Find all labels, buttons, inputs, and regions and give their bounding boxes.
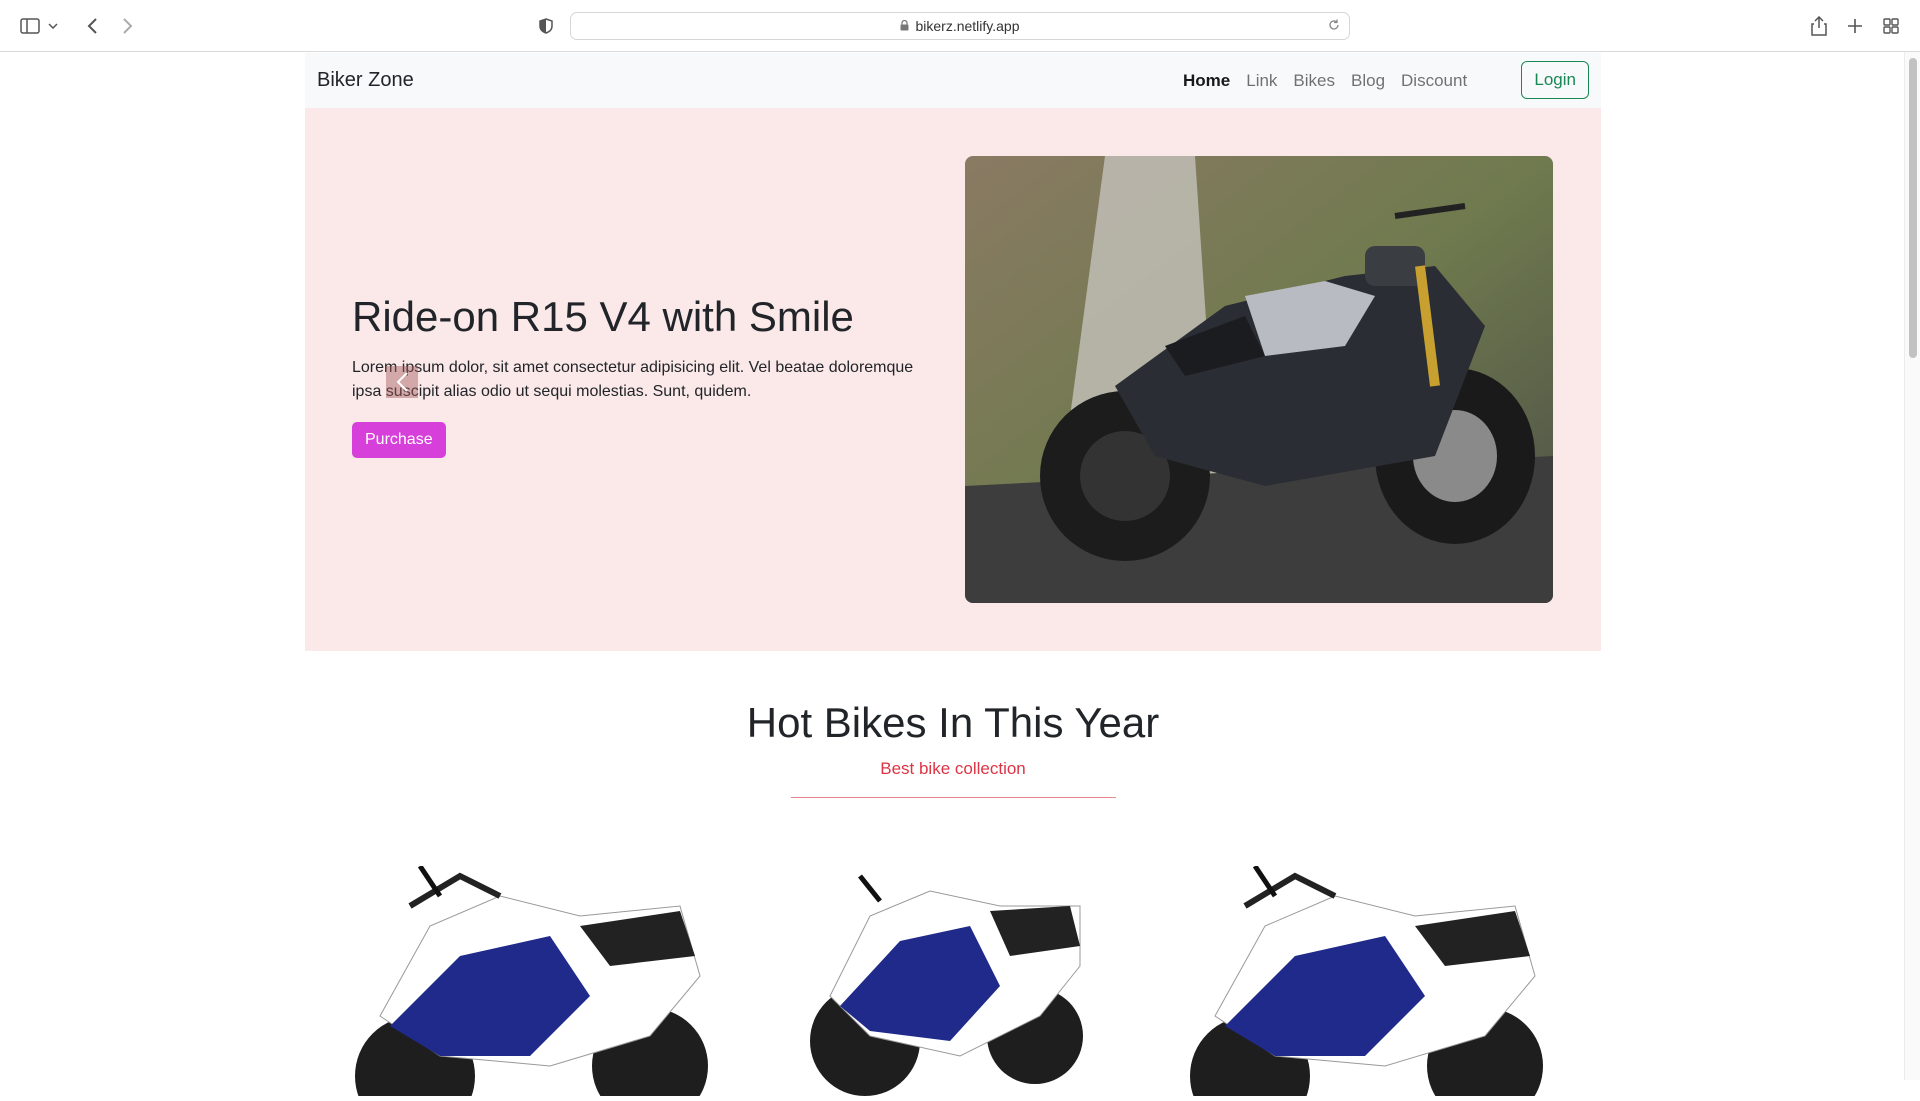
hero-motorcycle-image [965,156,1553,603]
brand-logo[interactable]: Biker Zone [317,69,414,92]
new-tab-icon[interactable] [1841,12,1869,40]
section-subtitle: Best bike collection [880,759,1026,778]
nav-link-discount[interactable]: Discount [1401,71,1467,91]
bike-card-image[interactable] [1185,864,1555,1101]
share-icon[interactable] [1805,12,1833,40]
purchase-button[interactable]: Purchase [352,422,446,459]
browser-toolbar: bikerz.netlify.app [0,0,1920,52]
bike-card-image[interactable] [810,866,1090,1096]
nav-link-home[interactable]: Home [1183,71,1230,91]
nav-links: Home Link Bikes Blog Discount [1183,53,1467,108]
address-bar[interactable]: bikerz.netlify.app [570,12,1350,40]
page-scrollbar[interactable] [1904,52,1920,1080]
scrollbar-thumb[interactable] [1909,58,1917,358]
nav-link-blog[interactable]: Blog [1351,71,1385,91]
lock-icon [900,18,909,34]
hero-description: Lorem ipsum dolor, sit amet consectetur … [352,359,914,401]
hero-carousel: Ride-on R15 V4 with Smile Lorem ipsum do… [305,108,1601,651]
hero-text: Ride-on R15 V4 with Smile Lorem ipsum do… [352,292,942,459]
login-button[interactable]: Login [1521,61,1589,99]
sidebar-icon[interactable] [16,12,44,40]
hero-title: Ride-on R15 V4 with Smile [352,293,854,340]
bike-card-image[interactable] [350,864,720,1101]
forward-icon[interactable] [114,12,142,40]
section-divider [790,797,1116,798]
shield-icon[interactable] [532,12,560,40]
navbar: Biker Zone Home Link Bikes Blog Discount… [305,53,1601,108]
carousel-prev-icon[interactable] [386,366,418,398]
bike-grid [305,864,1601,1101]
page: Biker Zone Home Link Bikes Blog Discount… [305,53,1601,1101]
section-title: Hot Bikes In This Year [746,699,1160,746]
nav-link-bikes[interactable]: Bikes [1293,71,1335,91]
back-icon[interactable] [78,12,106,40]
nav-link-link[interactable]: Link [1246,71,1277,91]
reload-icon[interactable] [1327,18,1341,35]
url-text: bikerz.netlify.app [915,18,1020,34]
chevron-down-icon[interactable] [45,12,61,40]
tab-overview-icon[interactable] [1877,12,1905,40]
